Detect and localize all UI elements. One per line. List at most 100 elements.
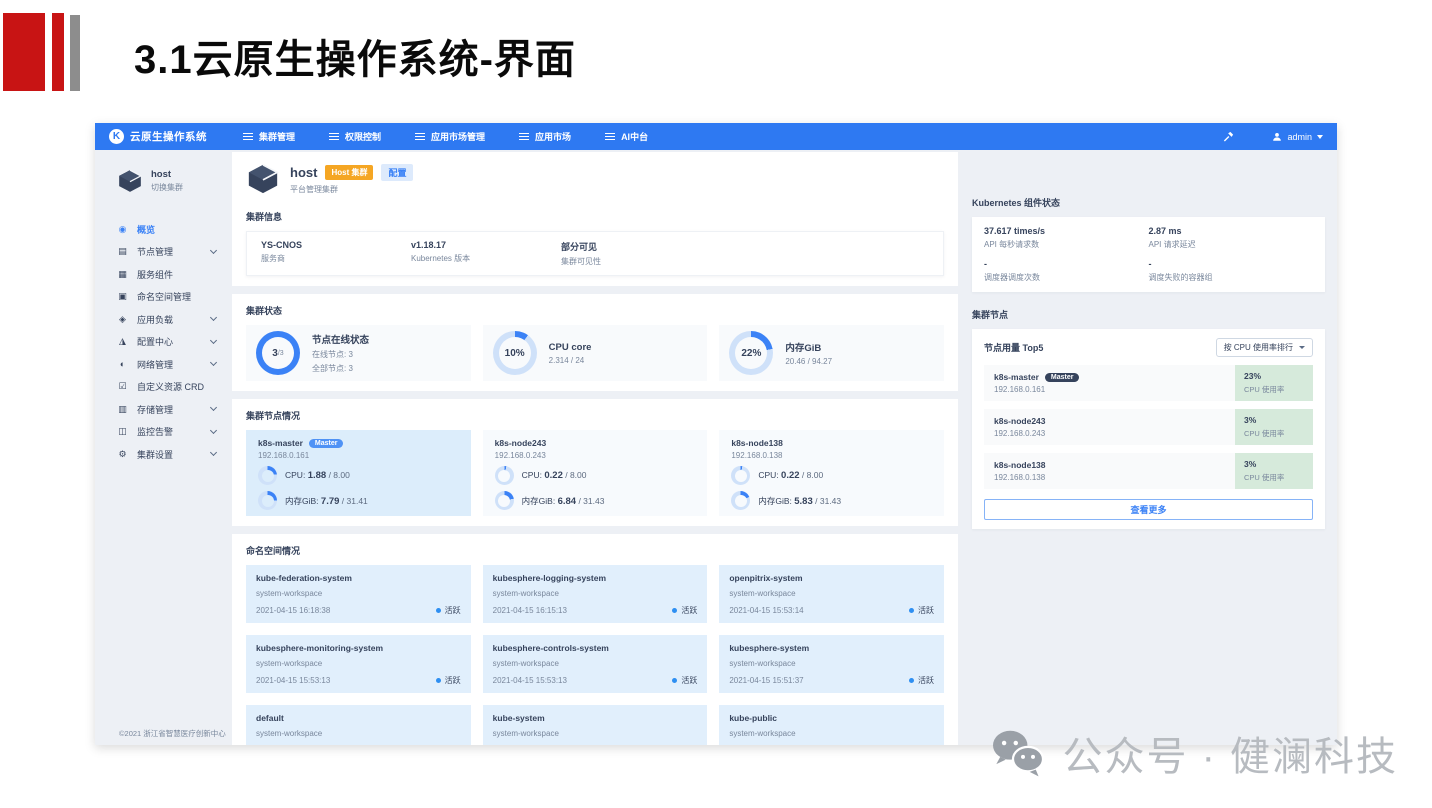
metric-value: 6.84 bbox=[558, 496, 577, 507]
metric-total: / 8.00 bbox=[802, 470, 823, 480]
metric-total: / 31.41 bbox=[342, 496, 368, 506]
nav-item-app-market[interactable]: 应用市场 bbox=[519, 130, 571, 143]
gauge-title: 内存GiB bbox=[785, 340, 832, 354]
user-menu[interactable]: admin bbox=[1272, 132, 1323, 142]
status-dot-icon bbox=[909, 608, 914, 613]
namespace-workspace: system-workspace bbox=[256, 589, 461, 598]
metric-value: 0.22 bbox=[781, 470, 800, 481]
usage-row-master[interactable]: k8s-master Master 192.168.0.161 23% CPU … bbox=[984, 365, 1313, 401]
sidebar-item-storage-management[interactable]: ▥ 存储管理 bbox=[117, 398, 232, 421]
sidebar-item-crd[interactable]: ☑ 自定义资源 CRD bbox=[117, 376, 232, 399]
cluster-meta: host 切换集群 bbox=[151, 169, 183, 193]
namespace-workspace: system-workspace bbox=[729, 659, 934, 668]
namespace-name: kubesphere-monitoring-system bbox=[256, 643, 461, 653]
node-card-node243[interactable]: k8s-node243 192.168.0.243 CPU: 0.22 / 8.… bbox=[483, 430, 708, 516]
sort-by-cpu-dropdown[interactable]: 按 CPU 使用率排行 bbox=[1216, 338, 1313, 357]
status-dot-icon bbox=[909, 678, 914, 683]
namespace-icon: ▣ bbox=[117, 291, 128, 302]
metric-label: API 请求延迟 bbox=[1149, 239, 1314, 250]
sidebar-item-cluster-settings[interactable]: ⚙ 集群设置 bbox=[117, 443, 232, 466]
info-label: 集群可见性 bbox=[561, 256, 711, 267]
namespace-name: openpitrix-system bbox=[729, 573, 934, 583]
master-badge: Master bbox=[309, 439, 344, 448]
cluster-subtitle: 平台管理集群 bbox=[290, 184, 413, 195]
gear-icon: ⚙ bbox=[117, 449, 128, 460]
namespace-card[interactable]: kube-public system-workspace 2021-04-15 … bbox=[719, 705, 944, 745]
info-label: 服务商 bbox=[261, 253, 411, 264]
node-card-master[interactable]: k8s-master Master 192.168.0.161 CPU: 1.8… bbox=[246, 430, 471, 516]
node-usage-card: 节点用量 Top5 按 CPU 使用率排行 k8s-master Master bbox=[972, 329, 1325, 529]
namespace-card[interactable]: kubesphere-monitoring-system system-work… bbox=[246, 635, 471, 693]
status-dot-icon bbox=[672, 678, 677, 683]
sidebar-item-app-workloads[interactable]: ◈ 应用负载 bbox=[117, 308, 232, 331]
node-ip: 192.168.0.161 bbox=[994, 385, 1225, 394]
watermark: 公众号 · 健澜科技 bbox=[990, 724, 1398, 782]
cluster-switcher[interactable]: host 切换集群 bbox=[117, 168, 232, 194]
sidebar-item-overview[interactable]: ◉ 概览 bbox=[117, 218, 232, 241]
sidebar-item-namespace-management[interactable]: ▣ 命名空间管理 bbox=[117, 286, 232, 309]
section-title-cluster-nodes-panel: 集群节点 bbox=[972, 308, 1325, 321]
nav-item-permission-control[interactable]: 权限控制 bbox=[329, 130, 381, 143]
cpu-usage-box: 23% CPU 使用率 bbox=[1235, 365, 1313, 401]
page-title: host bbox=[290, 165, 317, 180]
namespace-workspace: system-workspace bbox=[493, 589, 698, 598]
usage-row-node243[interactable]: k8s-node243 192.168.0.243 3% CPU 使用率 bbox=[984, 409, 1313, 445]
chevron-down-icon bbox=[210, 427, 217, 434]
chevron-down-icon bbox=[210, 404, 217, 411]
cluster-cube-icon bbox=[246, 162, 280, 196]
sidebar-item-service-components[interactable]: ▦ 服务组件 bbox=[117, 263, 232, 286]
workloads-icon: ◈ bbox=[117, 314, 128, 325]
gauge-line: 2.314 / 24 bbox=[549, 356, 592, 365]
cluster-name: host bbox=[151, 169, 183, 180]
metric-value: 2.87 ms bbox=[1149, 226, 1314, 236]
gauge-memory: 22% 内存GiB 20.46 / 94.27 bbox=[719, 325, 944, 381]
info-value: YS-CNOS bbox=[261, 240, 411, 250]
namespace-card[interactable]: kube-federation-system system-workspace … bbox=[246, 565, 471, 623]
cluster-info-card: YS-CNOS 服务商 v1.18.17 Kubernetes 版本 部分可见 … bbox=[246, 231, 944, 276]
sidebar-item-config-center[interactable]: ◮ 配置中心 bbox=[117, 331, 232, 354]
sort-label: 按 CPU 使用率排行 bbox=[1224, 342, 1293, 353]
sidebar-item-label: 配置中心 bbox=[137, 335, 173, 348]
view-more-button[interactable]: 查看更多 bbox=[984, 499, 1313, 520]
namespace-workspace: system-workspace bbox=[256, 659, 461, 668]
node-card-node138[interactable]: k8s-node138 192.168.0.138 CPU: 0.22 / 8.… bbox=[719, 430, 944, 516]
nav-item-cluster-management[interactable]: 集群管理 bbox=[243, 130, 295, 143]
info-visibility: 部分可见 集群可见性 bbox=[561, 240, 711, 267]
sidebar-item-monitoring-alerts[interactable]: ◫ 监控告警 bbox=[117, 421, 232, 444]
status-badge: 活跃 bbox=[918, 605, 934, 616]
brand[interactable]: K 云原生操作系统 bbox=[109, 129, 207, 144]
metric-label: 调度器调度次数 bbox=[984, 272, 1149, 283]
metric-label: API 每秒请求数 bbox=[984, 239, 1149, 250]
node-name: k8s-node138 bbox=[994, 460, 1046, 470]
metric-label: 内存GiB: bbox=[758, 496, 792, 506]
namespace-card[interactable]: kubesphere-system system-workspace 2021-… bbox=[719, 635, 944, 693]
toolbox-hammer-icon[interactable] bbox=[1223, 131, 1234, 142]
mini-donut-memory bbox=[258, 491, 277, 510]
gauge-line: 在线节点: 3 bbox=[312, 349, 369, 360]
sidebar-item-network-management[interactable]: ◐ 网络管理 bbox=[117, 353, 232, 376]
configure-button[interactable]: 配置 bbox=[381, 164, 413, 181]
brand-name: 云原生操作系统 bbox=[130, 129, 207, 144]
cluster-title-lines: host Host 集群 配置 平台管理集群 bbox=[290, 164, 413, 195]
gauge-line: 20.46 / 94.27 bbox=[785, 357, 832, 366]
node-ip: 192.168.0.243 bbox=[994, 429, 1225, 438]
metric-total: / 31.43 bbox=[578, 496, 604, 506]
namespace-card[interactable]: default system-workspace 2021-04-15 15:4… bbox=[246, 705, 471, 745]
master-badge: Master bbox=[1045, 373, 1080, 382]
crd-icon: ☑ bbox=[117, 381, 128, 392]
namespace-card[interactable]: openpitrix-system system-workspace 2021-… bbox=[719, 565, 944, 623]
usage-row-node138[interactable]: k8s-node138 192.168.0.138 3% CPU 使用率 bbox=[984, 453, 1313, 489]
nav-item-app-market-management[interactable]: 应用市场管理 bbox=[415, 130, 485, 143]
namespace-card[interactable]: kube-system system-workspace 2021-04-15 … bbox=[483, 705, 708, 745]
namespace-card[interactable]: kubesphere-logging-system system-workspa… bbox=[483, 565, 708, 623]
nav-item-label: AI中台 bbox=[621, 130, 648, 143]
title-red-bar bbox=[52, 13, 64, 91]
donut-value: 10% bbox=[505, 348, 525, 359]
metric-scheduler-attempts: - 调度器调度次数 bbox=[984, 259, 1149, 283]
nav-item-ai-platform[interactable]: AI中台 bbox=[605, 130, 648, 143]
namespace-card[interactable]: kubesphere-controls-system system-worksp… bbox=[483, 635, 708, 693]
sidebar-item-node-management[interactable]: ▤ 节点管理 bbox=[117, 241, 232, 264]
chevron-down-icon bbox=[210, 337, 217, 344]
status-dot-icon bbox=[436, 678, 441, 683]
metric-value: - bbox=[984, 259, 1149, 269]
